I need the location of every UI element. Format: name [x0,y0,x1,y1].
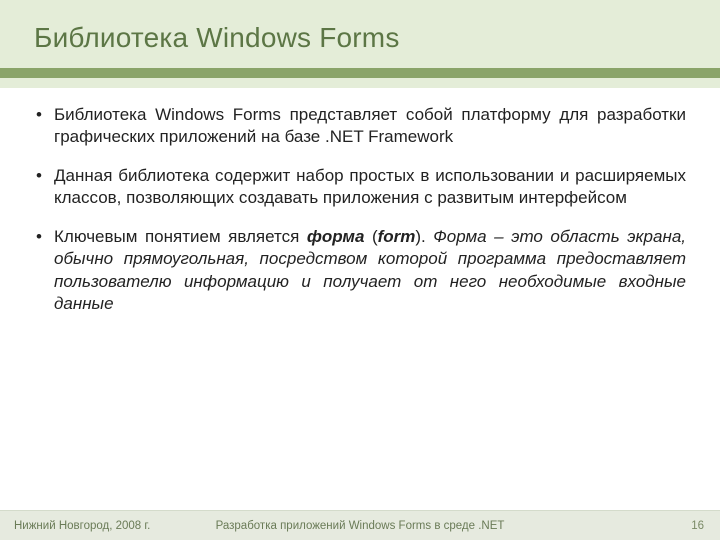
slide: Библиотека Windows Forms Библиотека Wind… [0,0,720,540]
footer-left: Нижний Новгород, 2008 г. [0,520,150,532]
text-run: Ключевым понятием является [54,227,307,246]
content-area: Библиотека Windows Forms представляет со… [34,104,686,332]
footer-bar: Нижний Новгород, 2008 г. Разработка прил… [0,510,720,540]
bullet-item: Данная библиотека содержит набор простых… [34,165,686,210]
text-run: ). [415,227,433,246]
bullet-list: Библиотека Windows Forms представляет со… [34,104,686,316]
text-bold: form [378,227,416,246]
slide-title: Библиотека Windows Forms [34,22,686,54]
bullet-item: Библиотека Windows Forms представляет со… [34,104,686,149]
text-bold: форма [307,227,365,246]
text-run: ( [364,227,377,246]
accent-bar [0,68,720,78]
page-number: 16 [691,520,720,532]
bullet-item: Ключевым понятием является форма (form).… [34,226,686,316]
